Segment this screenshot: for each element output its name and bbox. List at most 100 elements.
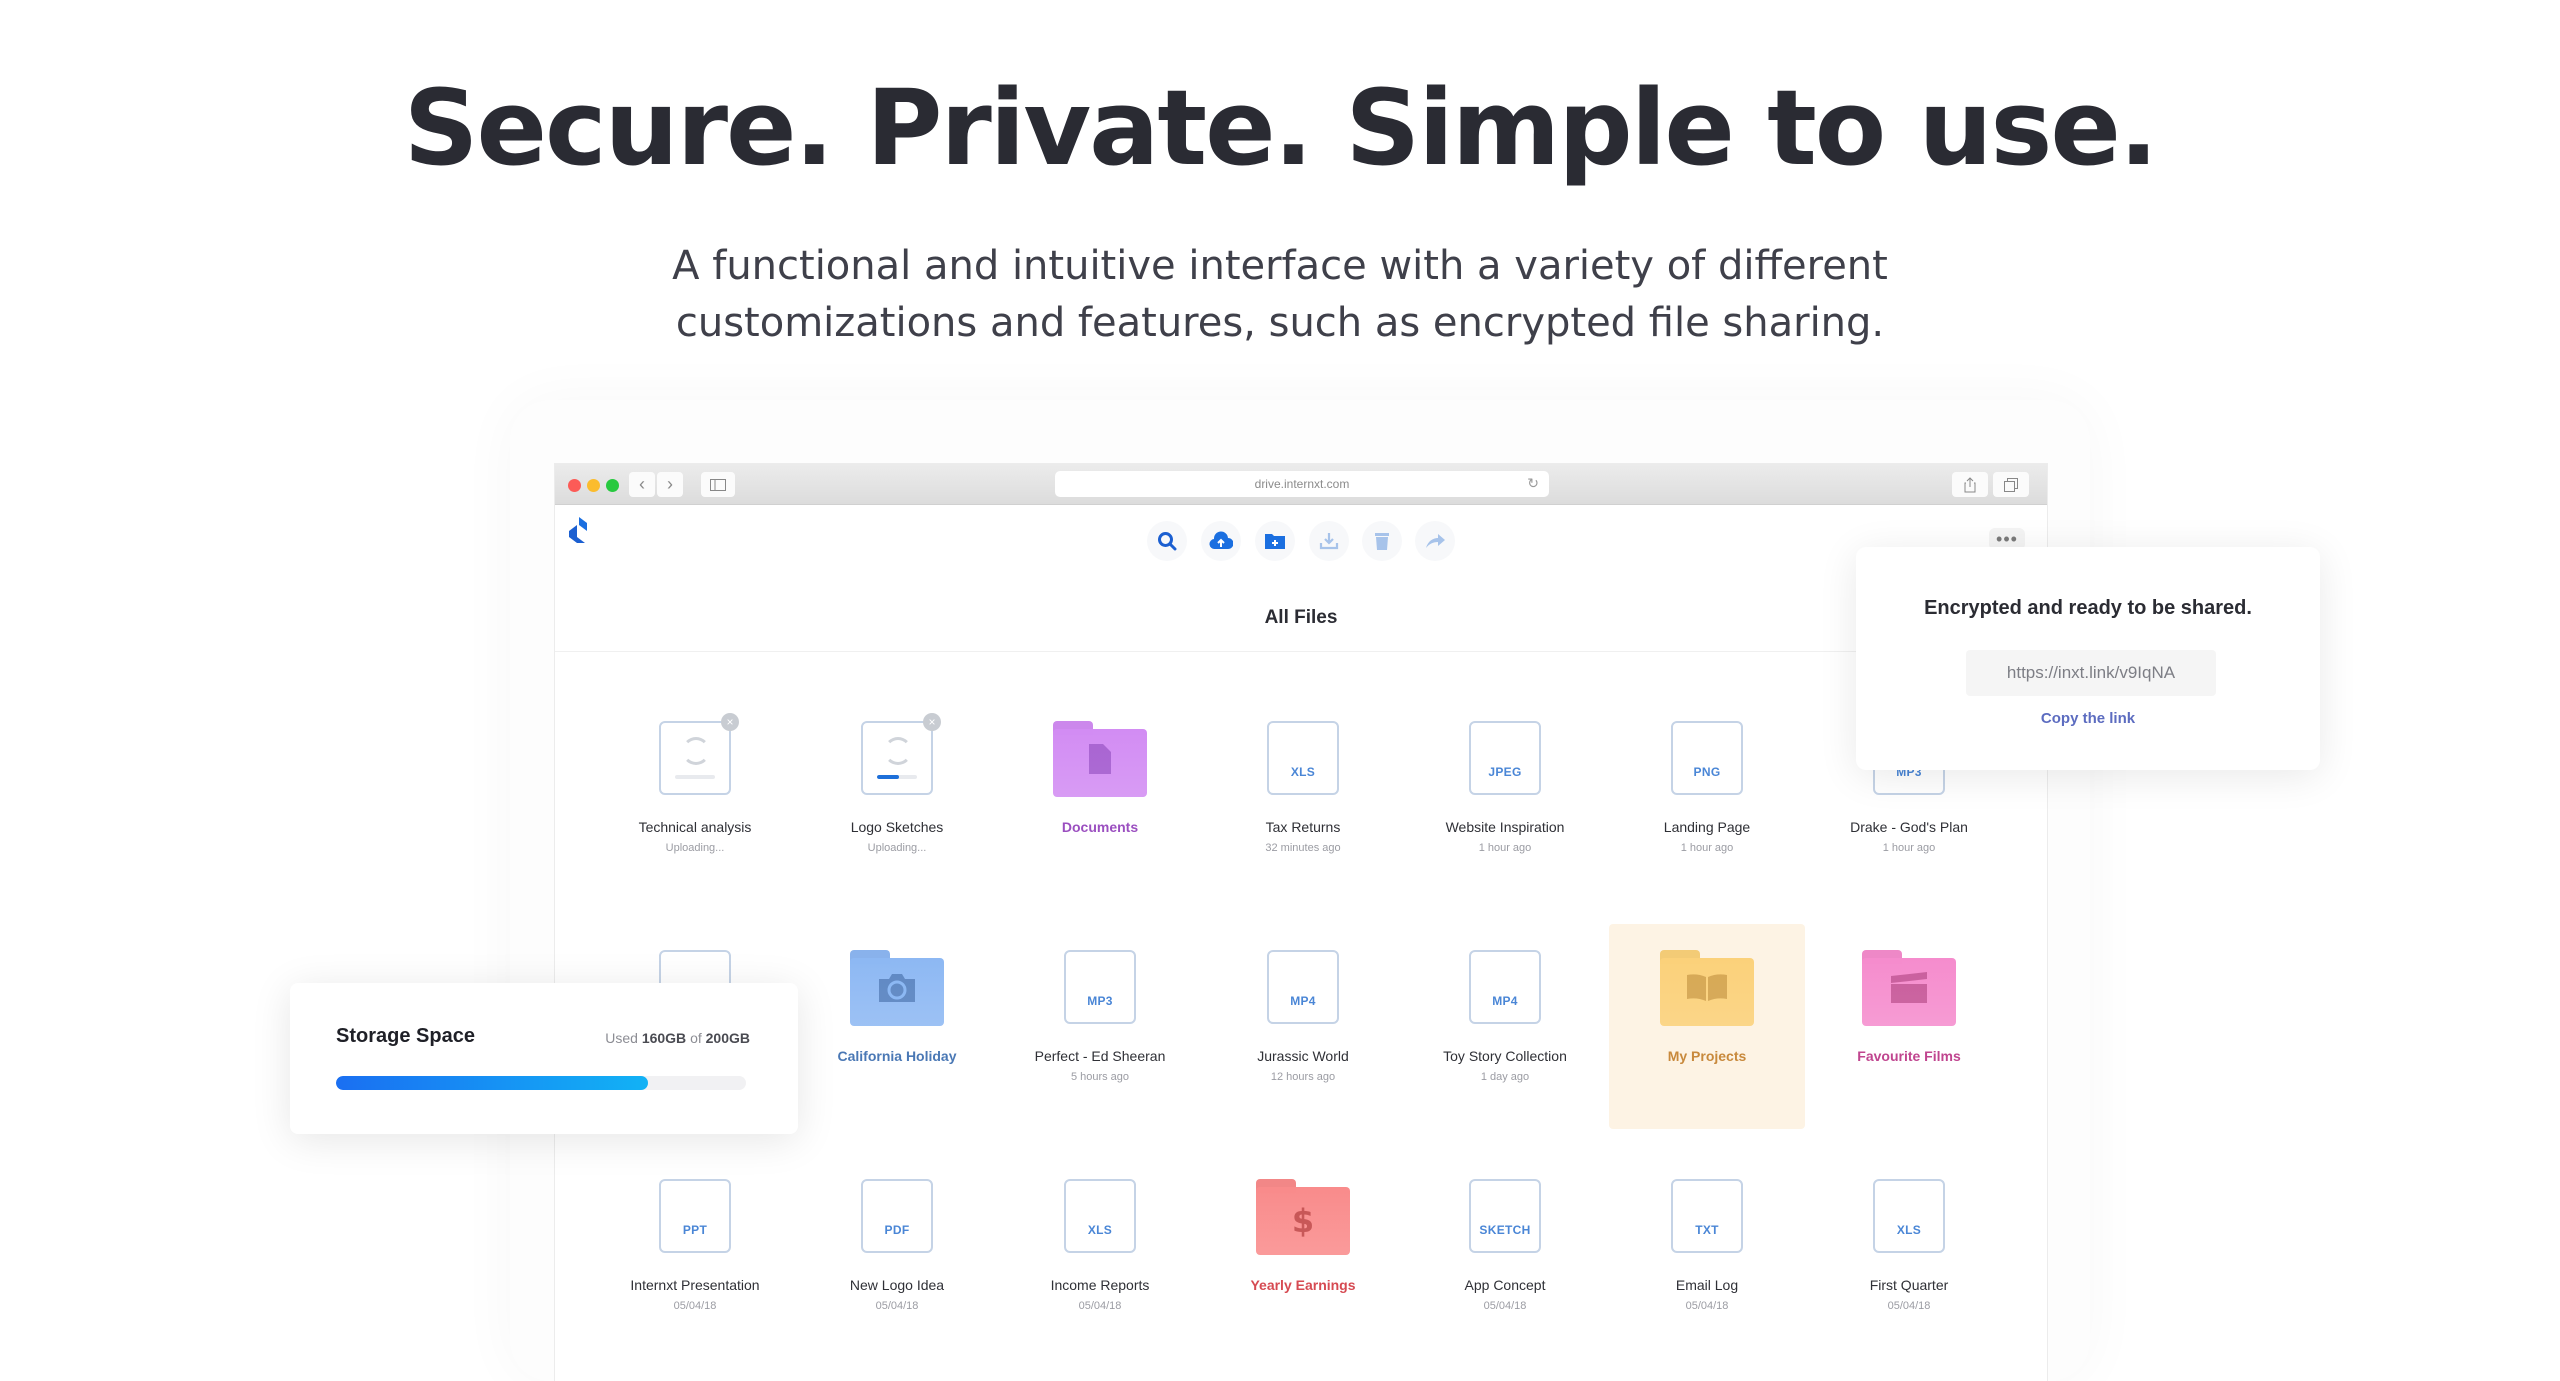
share-link-field[interactable]: https://inxt.link/v9IqNA [1966, 650, 2216, 696]
item-icon-area: MP4 [1205, 950, 1401, 1030]
copy-link-button[interactable]: Copy the link [1856, 710, 2320, 727]
document-icon [1089, 744, 1111, 782]
file-icon: MP3 [1064, 950, 1136, 1024]
item-subtitle: 05/04/18 [673, 1300, 717, 1312]
file-item[interactable]: TXT Email Log 05/04/18 [1609, 1153, 1805, 1358]
reload-icon[interactable]: ↻ [1527, 475, 1539, 492]
file-item[interactable]: XLS Income Reports 05/04/18 [1002, 1153, 1198, 1358]
item-name: California Holiday [837, 1048, 957, 1064]
file-item[interactable]: × Technical analysis Uploading... [597, 695, 793, 900]
item-subtitle: Uploading... [867, 842, 927, 854]
folder-item[interactable]: My Projects [1609, 924, 1805, 1129]
file-item[interactable]: MP3 Perfect - Ed Sheeran 5 hours ago [1002, 924, 1198, 1129]
item-name: Favourite Films [1857, 1048, 1961, 1064]
chevron-left-icon: ‹ [639, 474, 645, 494]
item-subtitle: Uploading... [665, 842, 725, 854]
share-popup: Encrypted and ready to be shared. https:… [1856, 547, 2320, 770]
item-name: Documents [1061, 819, 1139, 835]
back-button[interactable]: ‹ [629, 472, 655, 497]
cancel-upload-icon[interactable]: × [923, 713, 941, 731]
item-name: Logo Sketches [850, 819, 944, 835]
item-icon-area: PDF [799, 1179, 995, 1259]
item-subtitle: 1 hour ago [1680, 842, 1734, 854]
item-icon-area: XLS [1205, 721, 1401, 801]
storage-progress-fill [336, 1076, 648, 1090]
file-item[interactable]: XLS Tax Returns 32 minutes ago [1205, 695, 1401, 900]
sidebar-toggle-button[interactable] [701, 472, 735, 497]
item-icon-area: JPEG [1407, 721, 1603, 801]
address-bar[interactable]: drive.internxt.com ↻ [1055, 471, 1549, 497]
item-subtitle: 05/04/18 [1483, 1300, 1527, 1312]
item-icon-area: × [597, 713, 793, 801]
folder-icon [1660, 950, 1754, 1026]
file-item[interactable]: MP4 Jurassic World 12 hours ago [1205, 924, 1401, 1129]
item-icon-area: SKETCH [1407, 1179, 1603, 1259]
share-popup-title: Encrypted and ready to be shared. [1924, 597, 2252, 619]
file-icon: MP4 [1267, 950, 1339, 1024]
new-folder-button[interactable] [1255, 521, 1295, 561]
forward-button[interactable]: › [657, 472, 683, 497]
search-button[interactable] [1147, 521, 1187, 561]
file-icon: TXT [1671, 1179, 1743, 1253]
item-subtitle: 1 day ago [1480, 1071, 1530, 1083]
delete-button[interactable] [1362, 521, 1402, 561]
item-subtitle: 12 hours ago [1270, 1071, 1336, 1083]
file-extension-label: MP4 [1290, 994, 1316, 1008]
sync-icon [682, 737, 710, 765]
item-name: Jurassic World [1257, 1048, 1349, 1064]
file-item[interactable]: JPEG Website Inspiration 1 hour ago [1407, 695, 1603, 900]
item-name: Email Log [1675, 1277, 1739, 1293]
file-item[interactable]: × Logo Sketches Uploading... [799, 695, 995, 900]
folder-item[interactable]: California Holiday [799, 924, 995, 1129]
file-extension-label: SKETCH [1479, 1223, 1531, 1237]
item-icon-area: XLS [1811, 1179, 2007, 1259]
download-icon [1319, 533, 1339, 550]
folder-icon [1862, 950, 1956, 1026]
file-item[interactable]: MP4 Toy Story Collection 1 day ago [1407, 924, 1603, 1129]
clapperboard-icon [1889, 972, 1929, 1012]
search-icon [1158, 532, 1177, 551]
item-subtitle: 32 minutes ago [1265, 842, 1341, 854]
item-name: New Logo Idea [849, 1277, 945, 1293]
file-icon: SKETCH [1469, 1179, 1541, 1253]
file-item[interactable]: PDF New Logo Idea 05/04/18 [799, 1153, 995, 1358]
file-item[interactable]: SKETCH App Concept 05/04/18 [1407, 1153, 1603, 1358]
internxt-logo[interactable] [567, 515, 591, 545]
upload-button[interactable] [1201, 521, 1241, 561]
item-name: Tax Returns [1265, 819, 1341, 835]
item-icon-area [799, 950, 995, 1030]
file-item[interactable]: XLS First Quarter 05/04/18 [1811, 1153, 2007, 1358]
file-item[interactable]: PNG Landing Page 1 hour ago [1609, 695, 1805, 900]
file-extension-label: TXT [1695, 1223, 1719, 1237]
storage-of: of [690, 1030, 702, 1046]
minimize-window-button[interactable] [587, 479, 600, 492]
file-icon: PDF [861, 1179, 933, 1253]
file-item[interactable]: PPT Internxt Presentation 05/04/18 [597, 1153, 793, 1358]
trash-icon [1375, 533, 1389, 550]
item-name: Perfect - Ed Sheeran [1034, 1048, 1166, 1064]
folder-item[interactable]: $ Yearly Earnings [1205, 1153, 1401, 1358]
file-extension-label: XLS [1896, 1223, 1922, 1237]
tabs-button[interactable] [1993, 472, 2029, 497]
storage-card: Storage Space Used 160GB of 200GB [290, 983, 798, 1134]
folder-item[interactable]: Favourite Films [1811, 924, 2007, 1129]
folder-icon [1053, 721, 1147, 797]
folder-item[interactable]: Documents [1002, 695, 1198, 900]
download-button[interactable] [1309, 521, 1349, 561]
hero-title: Secure. Private. Simple to use. [403, 67, 2159, 189]
item-icon-area: $ [1205, 1179, 1401, 1259]
storage-used-prefix: Used [605, 1030, 638, 1046]
maximize-window-button[interactable] [606, 479, 619, 492]
item-subtitle: 1 hour ago [1478, 842, 1532, 854]
upload-progress-fill [877, 775, 899, 779]
item-name: Yearly Earnings [1250, 1277, 1356, 1293]
storage-title: Storage Space [336, 1025, 475, 1047]
close-window-button[interactable] [568, 479, 581, 492]
book-icon [1685, 973, 1729, 1011]
share-file-button[interactable] [1415, 521, 1455, 561]
item-name: Toy Story Collection [1443, 1048, 1567, 1064]
item-icon-area: PPT [597, 1179, 793, 1259]
cancel-upload-icon[interactable]: × [721, 713, 739, 731]
hero-subtitle-line-1: A functional and intuitive interface wit… [672, 243, 1888, 289]
share-browser-button[interactable] [1952, 472, 1988, 497]
